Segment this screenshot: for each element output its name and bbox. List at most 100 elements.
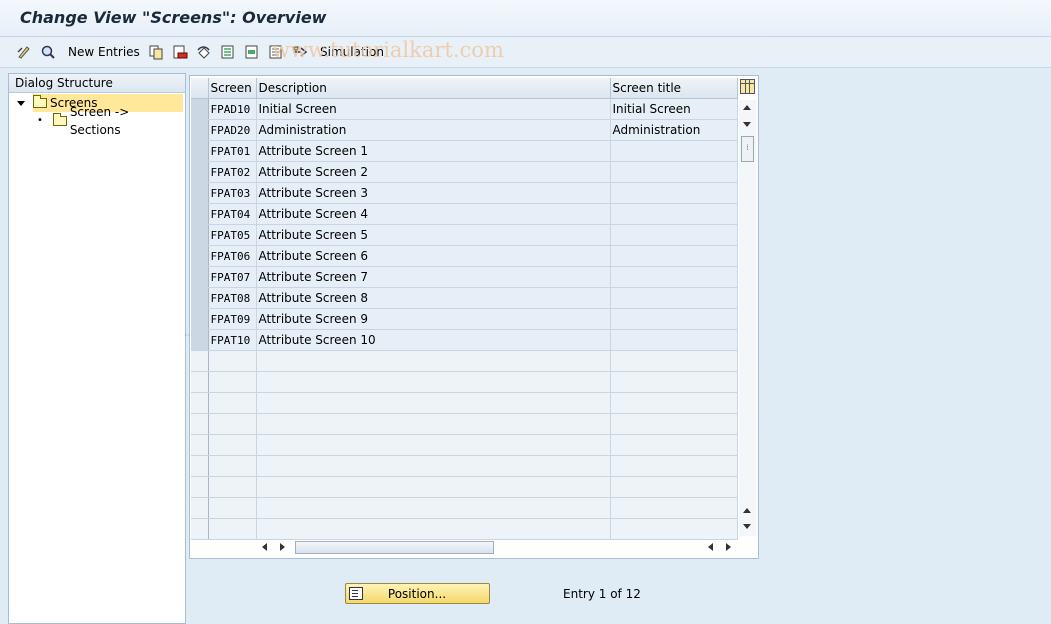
cell-screen-title[interactable] [610, 392, 738, 414]
row-selector[interactable] [191, 350, 209, 372]
scroll-left-end-icon[interactable] [708, 543, 713, 551]
row-selector[interactable] [191, 266, 209, 288]
scroll-page-up-icon[interactable] [743, 508, 751, 513]
table-row-empty[interactable] [191, 371, 738, 393]
table-row-empty[interactable] [191, 455, 738, 477]
table-row-empty[interactable] [191, 434, 738, 456]
row-selector[interactable] [191, 518, 209, 540]
cell-screen-title[interactable] [610, 350, 738, 372]
row-selector[interactable] [191, 308, 209, 330]
table-row[interactable]: FPAT08 Attribute Screen 8 [191, 287, 738, 309]
row-selector[interactable] [191, 119, 209, 141]
row-selector[interactable] [191, 329, 209, 351]
select-all-icon[interactable] [218, 42, 238, 62]
display-change-icon[interactable] [14, 42, 34, 62]
row-selector[interactable] [191, 287, 209, 309]
expand-arrow-icon[interactable] [17, 100, 25, 106]
column-header-screen[interactable]: Screen [208, 78, 257, 99]
row-selector[interactable] [191, 455, 209, 477]
table-row-empty[interactable] [191, 413, 738, 435]
cell-screen[interactable] [208, 434, 257, 456]
row-selector[interactable] [191, 371, 209, 393]
row-selector[interactable] [191, 434, 209, 456]
cell-screen-title[interactable] [610, 497, 738, 519]
column-header-screen-title[interactable]: Screen title [610, 78, 738, 99]
find-icon[interactable] [38, 42, 58, 62]
row-selector[interactable] [191, 476, 209, 498]
cell-description[interactable] [256, 350, 611, 372]
row-selector[interactable] [191, 161, 209, 183]
table-row[interactable]: FPAT10 Attribute Screen 10 [191, 329, 738, 351]
row-selector[interactable] [191, 497, 209, 519]
scroll-right-end-icon[interactable] [726, 543, 731, 551]
tree-node-screen-sections[interactable]: • Screen -> Sections [37, 105, 183, 137]
scroll-down-icon[interactable] [743, 122, 751, 127]
table-row[interactable]: FPAT04 Attribute Screen 4 [191, 203, 738, 225]
cell-screen-title[interactable] [610, 455, 738, 477]
copy-as-icon[interactable] [146, 42, 166, 62]
table-row[interactable]: FPAT07 Attribute Screen 7 [191, 266, 738, 288]
cell-description[interactable] [256, 371, 611, 393]
cell-description: Attribute Screen 4 [256, 203, 611, 225]
horizontal-scroll-thumb[interactable] [295, 541, 494, 554]
table-row[interactable]: FPAT02 Attribute Screen 2 [191, 161, 738, 183]
table-row-empty[interactable] [191, 518, 738, 540]
cell-screen[interactable] [208, 392, 257, 414]
cell-screen[interactable] [208, 497, 257, 519]
undo-change-icon[interactable] [194, 42, 214, 62]
scroll-thumb[interactable]: ⁞ [741, 136, 754, 162]
cell-screen-title[interactable] [610, 371, 738, 393]
cell-screen-title[interactable] [610, 413, 738, 435]
new-entries-button[interactable]: New Entries [68, 42, 140, 62]
row-selector[interactable] [191, 392, 209, 414]
cell-screen-title[interactable] [610, 476, 738, 498]
table-row-empty[interactable] [191, 392, 738, 414]
row-selector[interactable] [191, 413, 209, 435]
cell-description[interactable] [256, 497, 611, 519]
vertical-scrollbar[interactable]: ⁞ [739, 100, 756, 536]
row-selector[interactable] [191, 140, 209, 162]
cell-screen[interactable] [208, 350, 257, 372]
table-row-empty[interactable] [191, 497, 738, 519]
cell-description[interactable] [256, 434, 611, 456]
row-selector[interactable] [191, 98, 209, 120]
table-row[interactable]: FPAT06 Attribute Screen 6 [191, 245, 738, 267]
cell-screen-title[interactable] [610, 518, 738, 540]
row-selector[interactable] [191, 224, 209, 246]
table-row[interactable]: FPAD20 Administration Administration [191, 119, 738, 141]
row-selector[interactable] [191, 245, 209, 267]
table-row-empty[interactable] [191, 350, 738, 372]
cell-screen[interactable] [208, 476, 257, 498]
scroll-right-icon[interactable] [280, 543, 285, 551]
table-row-empty[interactable] [191, 476, 738, 498]
cell-screen[interactable] [208, 455, 257, 477]
select-block-icon[interactable] [242, 42, 262, 62]
cell-screen[interactable] [208, 413, 257, 435]
horizontal-scrollbar[interactable] [256, 540, 740, 554]
column-settings-icon[interactable] [740, 79, 755, 94]
cell-description[interactable] [256, 518, 611, 540]
table-row[interactable]: FPAT05 Attribute Screen 5 [191, 224, 738, 246]
table-row[interactable]: FPAT09 Attribute Screen 9 [191, 308, 738, 330]
table-row[interactable]: FPAT01 Attribute Screen 1 [191, 140, 738, 162]
table-row[interactable]: FPAT03 Attribute Screen 3 [191, 182, 738, 204]
scroll-up-icon[interactable] [743, 105, 751, 110]
scroll-left-icon[interactable] [262, 543, 267, 551]
cell-screen[interactable] [208, 371, 257, 393]
delete-icon[interactable] [170, 42, 190, 62]
cell-description[interactable] [256, 392, 611, 414]
cell-screen-title: Administration [610, 119, 738, 141]
column-header-description[interactable]: Description [256, 78, 611, 99]
application-toolbar: New Entries Simulation [0, 37, 1051, 68]
cell-screen-title[interactable] [610, 434, 738, 456]
scroll-page-down-icon[interactable] [743, 524, 751, 529]
cell-description[interactable] [256, 476, 611, 498]
cell-description[interactable] [256, 413, 611, 435]
cell-screen[interactable] [208, 518, 257, 540]
cell-description[interactable] [256, 455, 611, 477]
position-button[interactable]: Position... [345, 583, 490, 604]
select-all-rows-header[interactable] [191, 78, 209, 99]
row-selector[interactable] [191, 182, 209, 204]
table-row[interactable]: FPAD10 Initial Screen Initial Screen [191, 98, 738, 120]
row-selector[interactable] [191, 203, 209, 225]
